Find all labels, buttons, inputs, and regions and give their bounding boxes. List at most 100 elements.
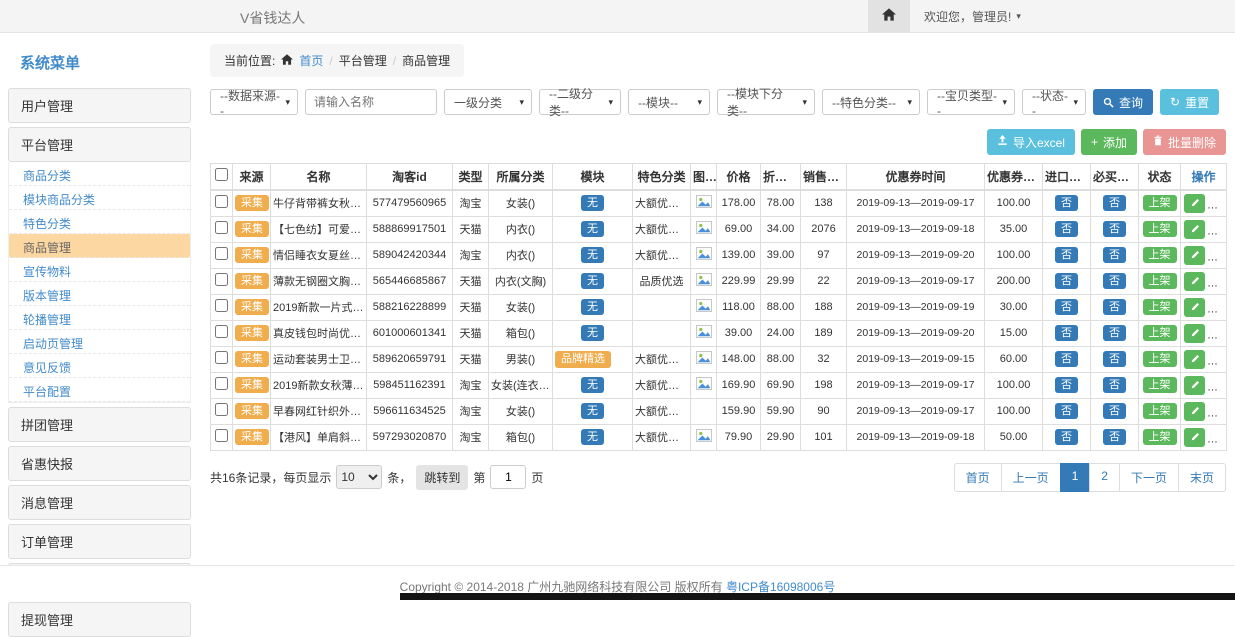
edit-button[interactable] xyxy=(1184,428,1205,447)
search-button[interactable]: 查询 xyxy=(1093,89,1153,115)
status-toggle[interactable]: 上架 xyxy=(1143,351,1177,368)
sidebar-subitem[interactable]: 版本管理 xyxy=(9,282,190,306)
item-type-select[interactable]: --宝贝类型--▾ xyxy=(927,89,1015,115)
status-toggle[interactable]: 上架 xyxy=(1143,221,1177,238)
user-menu[interactable]: 欢迎您，管理员! ▾ xyxy=(924,8,1021,25)
must-buy-toggle[interactable]: 否 xyxy=(1103,221,1126,238)
imported-toggle[interactable]: 否 xyxy=(1055,195,1078,212)
sidebar-group[interactable]: 订单管理 xyxy=(8,524,191,559)
edit-button[interactable] xyxy=(1184,272,1205,291)
imported-toggle[interactable]: 否 xyxy=(1055,247,1078,264)
jump-button[interactable]: 跳转到 xyxy=(416,465,468,490)
sidebar-subitem[interactable]: 商品分类 xyxy=(9,162,190,186)
data-source-select[interactable]: --数据来源--▾ xyxy=(210,89,298,115)
sidebar-subitem[interactable]: 意见反馈 xyxy=(9,354,190,378)
sidebar-subitem[interactable]: 平台配置 xyxy=(9,378,190,402)
edit-button[interactable] xyxy=(1184,350,1205,369)
status-toggle[interactable]: 上架 xyxy=(1143,429,1177,446)
sidebar-group[interactable]: 消息管理 xyxy=(8,485,191,520)
source-badge: 采集 xyxy=(235,221,269,238)
sidebar-group[interactable]: 平台管理 xyxy=(8,127,191,162)
page-button[interactable]: 下一页 xyxy=(1119,463,1179,492)
edit-button[interactable] xyxy=(1184,324,1205,343)
must-buy-toggle[interactable]: 否 xyxy=(1103,429,1126,446)
page-button[interactable]: 2 xyxy=(1089,463,1120,492)
imported-toggle[interactable]: 否 xyxy=(1055,273,1078,290)
must-buy-toggle[interactable]: 否 xyxy=(1103,247,1126,264)
sidebar-subitem[interactable]: 特色分类 xyxy=(9,210,190,234)
product-icon-cell xyxy=(691,372,717,398)
imported-toggle[interactable]: 否 xyxy=(1055,377,1078,394)
icp-link[interactable]: 粤ICP备16098006号 xyxy=(726,580,835,594)
status-toggle[interactable]: 上架 xyxy=(1143,325,1177,342)
imported-toggle[interactable]: 否 xyxy=(1055,351,1078,368)
name-input[interactable] xyxy=(305,89,437,115)
sidebar-subitem[interactable]: 启动页管理 xyxy=(9,330,190,354)
batch-delete-button[interactable]: 批量删除 xyxy=(1143,129,1226,155)
must-buy-toggle[interactable]: 否 xyxy=(1103,273,1126,290)
sidebar-group[interactable]: 省惠快报 xyxy=(8,446,191,481)
import-excel-button[interactable]: 导入excel xyxy=(987,129,1075,155)
add-button[interactable]: + 添加 xyxy=(1081,129,1137,155)
status-toggle[interactable]: 上架 xyxy=(1143,273,1177,290)
module-subcategory-select[interactable]: --模块下分类--▾ xyxy=(717,89,815,115)
home-button[interactable] xyxy=(868,0,910,32)
edit-button[interactable] xyxy=(1184,376,1205,395)
sidebar-subitem[interactable]: 轮播管理 xyxy=(9,306,190,330)
row-checkbox[interactable] xyxy=(215,195,228,208)
page-button[interactable]: 上一页 xyxy=(1001,463,1061,492)
status-toggle[interactable]: 上架 xyxy=(1143,299,1177,316)
row-checkbox[interactable] xyxy=(215,273,228,286)
sidebar-group[interactable]: 拼团管理 xyxy=(8,407,191,442)
row-checkbox[interactable] xyxy=(215,325,228,338)
status-toggle[interactable]: 上架 xyxy=(1143,403,1177,420)
must-buy-toggle[interactable]: 否 xyxy=(1103,351,1126,368)
page-button[interactable]: 末页 xyxy=(1178,463,1226,492)
select-all-checkbox[interactable] xyxy=(215,168,228,181)
status-select[interactable]: --状态--▾ xyxy=(1022,89,1086,115)
edit-button[interactable] xyxy=(1184,402,1205,421)
page-number-input[interactable] xyxy=(490,465,526,489)
must-buy-toggle[interactable]: 否 xyxy=(1103,325,1126,342)
sidebar-group[interactable]: 提现管理 xyxy=(8,602,191,637)
feature-category-select[interactable]: --特色分类--▾ xyxy=(822,89,920,115)
sidebar-group[interactable]: 用户管理 xyxy=(8,88,191,123)
row-checkbox[interactable] xyxy=(215,403,228,416)
row-checkbox[interactable] xyxy=(215,247,228,260)
sidebar-subitem[interactable]: 商品管理 xyxy=(9,234,190,258)
must-buy-toggle[interactable]: 否 xyxy=(1103,377,1126,394)
must-buy-toggle[interactable]: 否 xyxy=(1103,195,1126,212)
sales-count: 198 xyxy=(801,372,847,398)
per-page-select[interactable]: 10 xyxy=(336,465,382,489)
row-checkbox[interactable] xyxy=(215,351,228,364)
page-label-before: 第 xyxy=(473,469,485,486)
page-button[interactable]: 首页 xyxy=(954,463,1002,492)
sidebar-subitem[interactable]: 模块商品分类 xyxy=(9,186,190,210)
imported-toggle[interactable]: 否 xyxy=(1055,325,1078,342)
must-buy-toggle[interactable]: 否 xyxy=(1103,299,1126,316)
edit-button[interactable] xyxy=(1184,194,1205,213)
imported-toggle[interactable]: 否 xyxy=(1055,221,1078,238)
status-toggle[interactable]: 上架 xyxy=(1143,377,1177,394)
row-checkbox[interactable] xyxy=(215,377,228,390)
must-buy-toggle[interactable]: 否 xyxy=(1103,403,1126,420)
edit-button[interactable] xyxy=(1184,246,1205,265)
row-checkbox[interactable] xyxy=(215,429,228,442)
status-toggle[interactable]: 上架 xyxy=(1143,247,1177,264)
imported-toggle[interactable]: 否 xyxy=(1055,403,1078,420)
level1-category-select[interactable]: 一级分类▾ xyxy=(444,89,532,115)
row-checkbox[interactable] xyxy=(215,299,228,312)
caret-down-icon: ▾ xyxy=(802,97,807,108)
row-checkbox[interactable] xyxy=(215,221,228,234)
breadcrumb-home-link[interactable]: 首页 xyxy=(299,52,323,69)
page-button[interactable]: 1 xyxy=(1060,463,1091,492)
sidebar-subitem[interactable]: 宣传物料 xyxy=(9,258,190,282)
module-select[interactable]: --模块--▾ xyxy=(628,89,710,115)
status-toggle[interactable]: 上架 xyxy=(1143,195,1177,212)
edit-button[interactable] xyxy=(1184,220,1205,239)
imported-toggle[interactable]: 否 xyxy=(1055,299,1078,316)
level2-category-select[interactable]: --二级分类--▾ xyxy=(539,89,621,115)
reset-button[interactable]: ↻重置 xyxy=(1160,89,1219,115)
imported-toggle[interactable]: 否 xyxy=(1055,429,1078,446)
edit-button[interactable] xyxy=(1184,298,1205,317)
